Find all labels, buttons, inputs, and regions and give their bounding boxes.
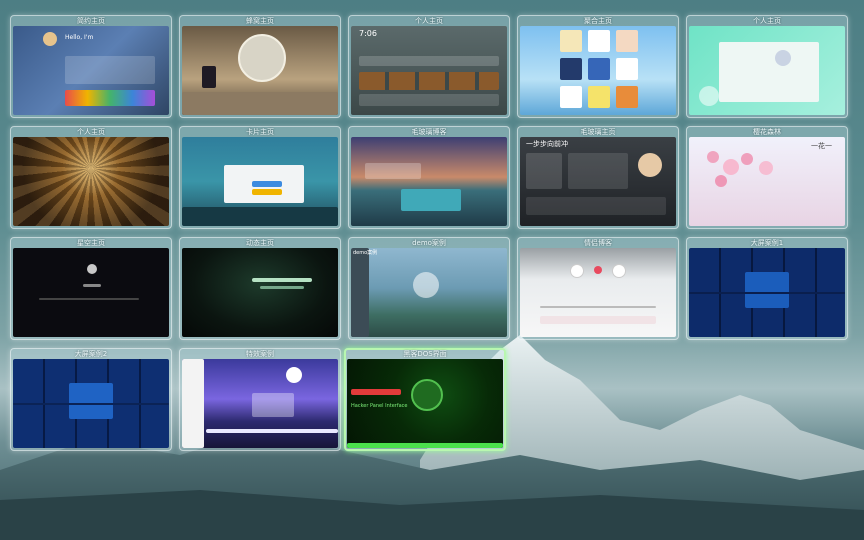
demo-header-text: demo案例 <box>353 250 378 256</box>
honeycomb-room-preview-icon <box>182 26 338 115</box>
cherry-text: 一花一 <box>811 142 832 150</box>
template-card-demo[interactable]: demo案例 demo案例 <box>348 237 510 340</box>
card-title: 个人主页 <box>753 17 781 25</box>
bigscreen-dashboard-preview-icon <box>13 359 169 448</box>
card-title: 动态主页 <box>246 239 274 247</box>
card-title: 星空主页 <box>77 239 105 247</box>
template-card-bigscreen-2[interactable]: 大屏案例2 <box>10 348 172 451</box>
template-card-bigscreen-1[interactable]: 大屏案例1 <box>686 237 848 340</box>
cherry-blossom-preview-icon: 一花一 <box>689 137 845 226</box>
template-card-hacker-dos[interactable]: 黑客DOS界面 Hacker Panel Interface <box>344 348 506 451</box>
template-card-aggregate[interactable]: 聚合主页 <box>517 15 679 118</box>
card-title: 黑客DOS界面 <box>403 350 447 358</box>
template-card-dynamic[interactable]: 动态主页 <box>179 237 341 340</box>
time-text: 7:06 <box>359 29 377 38</box>
template-card-profile[interactable]: 个人主页 <box>686 15 848 118</box>
card-title: 个人主页 <box>77 128 105 136</box>
personal-homepage-preview-icon: Hello, I'm <box>13 26 169 115</box>
demo-landscape-preview-icon: demo案例 <box>351 248 507 337</box>
template-card-couple-blog[interactable]: 情侣博客 <box>517 237 679 340</box>
greeting-text: Hello, I'm <box>65 34 94 41</box>
card-title: 大屏案例1 <box>750 239 784 247</box>
cathedral-ceiling-preview-icon <box>13 137 169 226</box>
card-title: 特效案例 <box>246 350 274 358</box>
template-card-card-home[interactable]: 卡片主页 <box>179 126 341 229</box>
card-title: 毛玻璃博客 <box>411 128 447 136</box>
starry-night-preview-icon <box>13 248 169 337</box>
card-title: 聚合主页 <box>584 17 612 25</box>
glass-dashboard-preview-icon: 一步步向前冲 <box>520 137 676 226</box>
template-card-glass-blog[interactable]: 毛玻璃博客 <box>348 126 510 229</box>
template-card-cherry[interactable]: 樱花森林 一花一 <box>686 126 848 229</box>
template-card-glass-home[interactable]: 毛玻璃主页 一步步向前冲 <box>517 126 679 229</box>
card-title: 简约主页 <box>77 17 105 25</box>
card-title: demo案例 <box>412 239 446 247</box>
template-card-starry[interactable]: 星空主页 <box>10 237 172 340</box>
synthwave-road-preview-icon <box>182 359 338 448</box>
dos-text: Hacker Panel Interface <box>351 403 408 409</box>
card-title: 蜂窝主页 <box>246 17 274 25</box>
template-card-cathedral[interactable]: 个人主页 <box>10 126 172 229</box>
bigscreen-dashboard-preview-icon <box>689 248 845 337</box>
dynamic-grid-preview-icon <box>182 248 338 337</box>
sunset-lake-preview-icon <box>351 137 507 226</box>
card-title: 情侣博客 <box>584 239 612 247</box>
card-title: 个人主页 <box>415 17 443 25</box>
profile-card-preview-icon <box>689 26 845 115</box>
template-card-simple-home[interactable]: 简约主页 Hello, I'm <box>10 15 172 118</box>
couple-blog-preview-icon <box>520 248 676 337</box>
card-title: 毛玻璃主页 <box>580 128 616 136</box>
glass-banner-text: 一步步向前冲 <box>526 140 568 148</box>
card-title: 大屏案例2 <box>74 350 108 358</box>
dashboard-preview-icon: 7:06 <box>351 26 507 115</box>
card-title: 樱花森林 <box>753 128 781 136</box>
template-card-effects[interactable]: 特效案例 <box>179 348 341 451</box>
hacker-terminal-preview-icon: Hacker Panel Interface <box>347 359 503 448</box>
app-grid-preview-icon <box>520 26 676 115</box>
template-card-dashboard[interactable]: 个人主页 7:06 <box>348 15 510 118</box>
card-title: 卡片主页 <box>246 128 274 136</box>
forest-card-preview-icon <box>182 137 338 226</box>
template-card-honeycomb[interactable]: 蜂窝主页 <box>179 15 341 118</box>
